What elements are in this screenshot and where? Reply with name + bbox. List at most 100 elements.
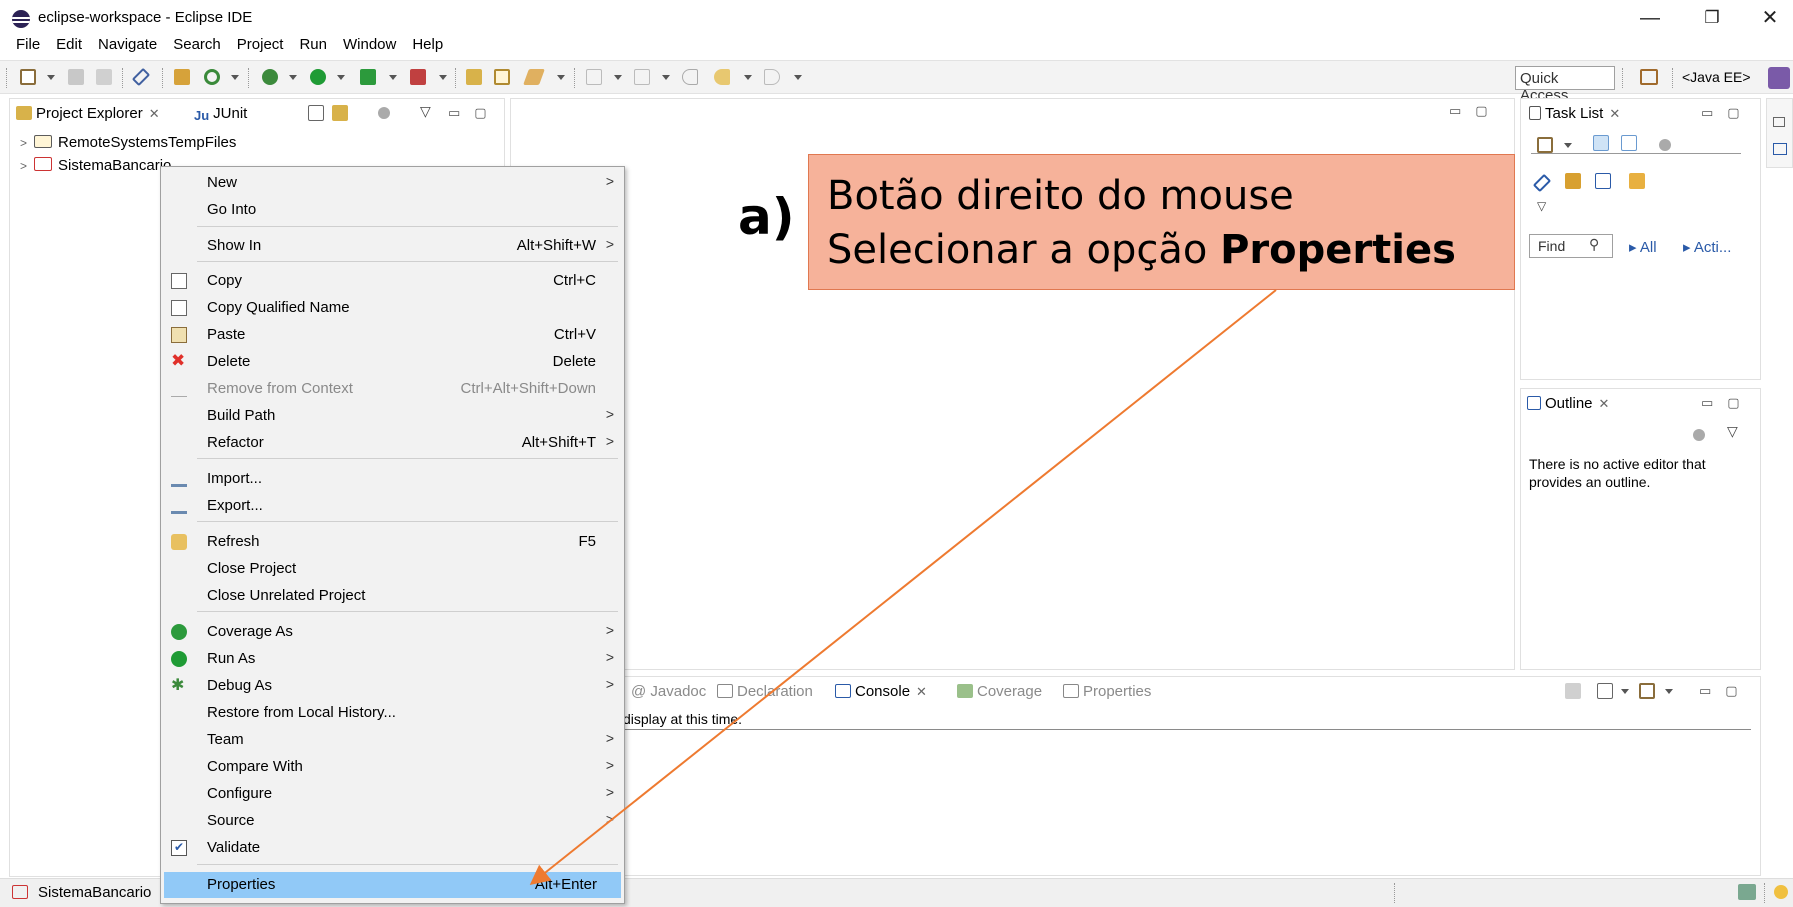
menu-item-coverage-as[interactable]: Coverage As > — [161, 620, 626, 644]
restore-button[interactable]: ❐ — [1692, 4, 1732, 32]
run-icon[interactable] — [310, 69, 326, 85]
new-task-icon[interactable] — [1537, 137, 1553, 153]
open-console-icon[interactable] — [1639, 683, 1655, 699]
new-icon[interactable] — [20, 69, 36, 85]
minimize-maximize-icon[interactable]: ▭▢ — [1701, 395, 1754, 411]
tab-properties[interactable]: Properties — [1063, 683, 1151, 700]
restore-icon[interactable] — [1773, 117, 1785, 127]
dropdown-arrow-icon[interactable] — [557, 75, 565, 80]
menu-item-go-into[interactable]: Go Into — [161, 198, 626, 222]
menu-navigate[interactable]: Navigate — [90, 34, 165, 58]
dropdown-arrow-icon[interactable] — [744, 75, 752, 80]
menu-edit[interactable]: Edit — [48, 34, 90, 58]
tab-declaration[interactable]: Declaration — [717, 683, 813, 700]
tree-item[interactable]: > RemoteSystemsTempFiles — [20, 134, 236, 151]
menu-item-export[interactable]: Export... — [161, 494, 626, 518]
dropdown-arrow-icon[interactable] — [662, 75, 670, 80]
quick-access-field[interactable]: Quick Access — [1515, 66, 1615, 104]
dropdown-arrow-icon[interactable] — [231, 75, 239, 80]
categorized-icon[interactable] — [1593, 135, 1609, 151]
menu-item-source[interactable]: Source > — [161, 809, 626, 833]
tab-coverage[interactable]: Coverage — [957, 683, 1042, 700]
tips-icon[interactable] — [1774, 885, 1788, 899]
menu-item-close-project[interactable]: Close Project — [161, 557, 626, 581]
previous-annotation-icon[interactable] — [634, 69, 650, 85]
menu-item-paste[interactable]: Paste Ctrl+V — [161, 323, 626, 347]
tab-javadoc[interactable]: @ Javadoc — [631, 683, 706, 700]
menu-item-team[interactable]: Team > — [161, 728, 626, 752]
dropdown-arrow-icon[interactable] — [614, 75, 622, 80]
minimize-maximize-icon[interactable]: ▭▢ — [1701, 105, 1754, 121]
menu-item-copy[interactable]: Copy Ctrl+C — [161, 269, 626, 293]
external-tools-icon[interactable] — [410, 69, 426, 85]
link-with-editor-icon[interactable] — [332, 105, 348, 121]
focus-task-icon[interactable] — [378, 107, 390, 119]
open-project-icon[interactable] — [494, 69, 510, 85]
dropdown-arrow-icon[interactable] — [1621, 689, 1629, 694]
task-find-input[interactable]: Find — [1529, 234, 1613, 258]
close-tab-icon[interactable]: ✕ — [149, 106, 160, 121]
dropdown-arrow-icon[interactable] — [289, 75, 297, 80]
dropdown-arrow-icon[interactable] — [389, 75, 397, 80]
close-button[interactable]: ✕ — [1750, 4, 1790, 32]
filter-icon[interactable] — [1565, 173, 1581, 189]
menu-help[interactable]: Help — [404, 34, 451, 58]
chevron-right-icon[interactable]: > — [20, 159, 34, 173]
activate-link[interactable]: ▸ Acti... — [1683, 238, 1731, 256]
dropdown-arrow-icon[interactable] — [439, 75, 447, 80]
open-type-icon[interactable] — [174, 69, 190, 85]
back-icon[interactable] — [714, 69, 730, 85]
menu-search[interactable]: Search — [165, 34, 229, 58]
close-tab-icon[interactable]: ✕ — [916, 684, 927, 699]
menu-item-build-path[interactable]: Build Path > — [161, 404, 626, 428]
debug-icon[interactable] — [262, 69, 278, 85]
collapse-all-icon[interactable] — [308, 105, 324, 121]
notifications-icon[interactable] — [1738, 884, 1756, 900]
pen-icon[interactable] — [523, 69, 545, 85]
minimize-button[interactable]: — — [1630, 4, 1670, 32]
menu-item-delete[interactable]: ✖ Delete Delete — [161, 350, 626, 374]
java-perspective-icon[interactable] — [1768, 67, 1790, 89]
menu-item-remove-from-context[interactable]: Remove from Context Ctrl+Alt+Shift+Down — [161, 377, 626, 401]
all-link[interactable]: ▸ All — [1629, 238, 1657, 256]
menu-item-copy-qualified-name[interactable]: Copy Qualified Name — [161, 296, 626, 320]
minimize-maximize-icon[interactable]: ▭▢ — [448, 105, 501, 121]
dropdown-arrow-icon[interactable] — [1564, 143, 1572, 148]
menu-file[interactable]: File — [0, 34, 48, 58]
tab-task-list[interactable]: Task List ✕ — [1529, 105, 1620, 122]
task-list-minimized-icon[interactable] — [1773, 143, 1787, 155]
tab-console[interactable]: Console ✕ — [835, 683, 927, 700]
tab-outline[interactable]: Outline ✕ — [1527, 395, 1609, 412]
open-folder-icon[interactable] — [466, 69, 482, 85]
minimize-maximize-icon[interactable]: ▭▢ — [1449, 103, 1502, 119]
focus-icon[interactable] — [1659, 139, 1671, 151]
menu-project[interactable]: Project — [229, 34, 292, 58]
java-ee-perspective[interactable]: <Java EE> — [1682, 69, 1751, 85]
minimize-maximize-icon[interactable]: ▭▢ — [1699, 683, 1752, 699]
open-perspective-icon[interactable] — [1640, 69, 1658, 85]
coverage-icon[interactable] — [360, 69, 376, 85]
display-console-icon[interactable] — [1597, 683, 1613, 699]
close-tab-icon[interactable]: ✕ — [1599, 396, 1610, 411]
skip-breakpoints-icon[interactable] — [131, 67, 151, 87]
chevron-right-icon[interactable]: > — [20, 136, 34, 150]
menu-item-compare-with[interactable]: Compare With > — [161, 755, 626, 779]
menu-item-close-unrelated-project[interactable]: Close Unrelated Project — [161, 584, 626, 608]
scheduled-icon[interactable] — [1621, 135, 1637, 151]
view-menu-icon[interactable]: ▽ — [1537, 199, 1546, 213]
forward-icon[interactable] — [764, 69, 780, 85]
save-all-icon[interactable] — [96, 69, 112, 85]
tab-project-explorer[interactable]: Project Explorer ✕ — [16, 105, 160, 122]
save-icon[interactable] — [68, 69, 84, 85]
menu-item-import[interactable]: Import... — [161, 467, 626, 491]
sync-icon[interactable] — [1629, 173, 1645, 189]
menu-run[interactable]: Run — [291, 34, 335, 58]
refresh-icon[interactable] — [204, 69, 220, 85]
menu-item-show-in[interactable]: Show In Alt+Shift+W > — [161, 234, 626, 258]
menu-item-refresh[interactable]: Refresh F5 — [161, 530, 626, 554]
focus-icon[interactable] — [1693, 429, 1705, 441]
menu-window[interactable]: Window — [335, 34, 404, 58]
menu-item-new[interactable]: New > — [161, 171, 626, 195]
tab-junit[interactable]: Ju JUnit — [194, 105, 247, 123]
dropdown-arrow-icon[interactable] — [337, 75, 345, 80]
